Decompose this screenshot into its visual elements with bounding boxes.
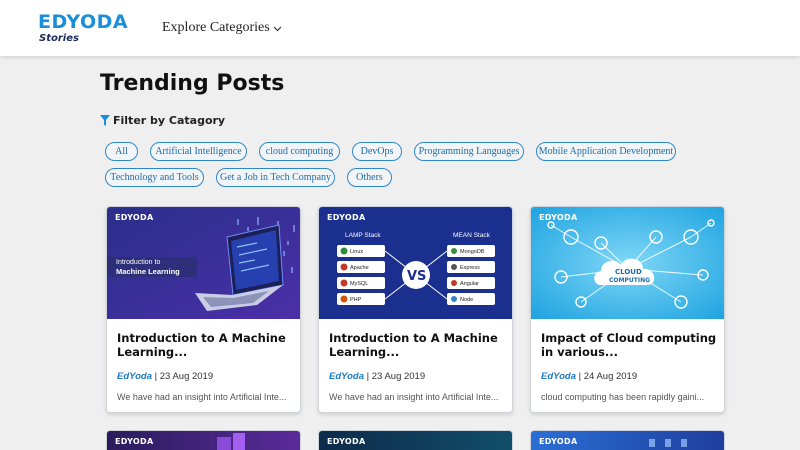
post-thumbnail: Introduction to Machine Learning EDYODA bbox=[107, 207, 300, 319]
post-date: 24 Aug 2019 bbox=[583, 371, 638, 382]
top-header: EDYODA Stories Explore Categories bbox=[0, 0, 800, 56]
thumbnail-brand: EDYODA bbox=[327, 437, 366, 446]
filter-label: Filter by Catagory bbox=[113, 114, 226, 127]
dashboard-illustration bbox=[649, 439, 687, 447]
filter-heading: Filter by Catagory bbox=[100, 114, 225, 127]
post-title[interactable]: Introduction to A Machine Learning... bbox=[117, 331, 293, 359]
meta-separator: | bbox=[366, 371, 370, 382]
category-pill-get-a-job[interactable]: Get a Job in Tech Company bbox=[216, 168, 335, 187]
category-pill-cloud-computing[interactable]: cloud computing bbox=[259, 142, 340, 161]
versus-badge: VS bbox=[407, 269, 426, 284]
lamp-item-4: PHP bbox=[350, 297, 362, 303]
mean-stack-heading: MEAN Stack bbox=[453, 232, 491, 239]
post-excerpt: We have had an insight into Artificial I… bbox=[117, 392, 287, 402]
post-card-partial[interactable]: EDYODA bbox=[106, 430, 301, 450]
post-meta: EdYoda | 23 Aug 2019 bbox=[117, 371, 213, 382]
lamp-item-3: MySQL bbox=[350, 281, 368, 287]
thumbnail-brand: EDYODA bbox=[327, 213, 366, 222]
filter-icon bbox=[100, 115, 110, 126]
thumbnail-caption-line2: Machine Learning bbox=[116, 267, 180, 276]
mean-item-1: MongoDB bbox=[460, 249, 485, 255]
mean-item-4: Node bbox=[460, 297, 473, 303]
logo-wordmark: EDYODA bbox=[38, 11, 129, 33]
chevron-down-icon bbox=[273, 26, 282, 32]
post-card-cloud-computing[interactable]: CLOUD COMPUTING EDYODA Impact of Cloud c… bbox=[530, 206, 725, 413]
post-date: 23 Aug 2019 bbox=[159, 371, 214, 382]
thumbnail-caption-line1: Introduction to bbox=[116, 259, 160, 266]
post-meta: EdYoda | 24 Aug 2019 bbox=[541, 371, 637, 382]
mean-item-2: Express bbox=[460, 265, 480, 271]
lamp-item-2: Apache bbox=[350, 265, 369, 271]
category-pill-mobile-app-development[interactable]: Mobile Application Development bbox=[536, 142, 676, 161]
page-title: Trending Posts bbox=[100, 71, 285, 96]
post-author[interactable]: EdYoda bbox=[117, 371, 152, 382]
category-pill-devops[interactable]: DevOps bbox=[352, 142, 402, 161]
lamp-stack-heading: LAMP Stack bbox=[345, 232, 381, 239]
post-title[interactable]: Introduction to A Machine Learning... bbox=[329, 331, 505, 359]
category-pill-programming-languages[interactable]: Programming Languages bbox=[414, 142, 524, 161]
post-author[interactable]: EdYoda bbox=[329, 371, 364, 382]
explore-categories-label: Explore Categories bbox=[162, 20, 270, 35]
cloud-label-line2: COMPUTING bbox=[609, 277, 650, 284]
post-card-partial[interactable]: EDYODA bbox=[530, 430, 725, 450]
mean-item-3: Angular bbox=[460, 281, 479, 287]
post-date: 23 Aug 2019 bbox=[371, 371, 426, 382]
edyoda-logo[interactable]: EDYODA Stories bbox=[38, 11, 128, 47]
lamp-item-1: Linux bbox=[350, 249, 363, 255]
post-excerpt: We have had an insight into Artificial I… bbox=[329, 392, 499, 402]
post-thumbnail: CLOUD COMPUTING EDYODA bbox=[531, 207, 724, 319]
category-pill-all[interactable]: All bbox=[105, 142, 138, 161]
post-card-lamp-vs-mean[interactable]: LAMP Stack MEAN Stack Linux Apache MySQL… bbox=[318, 206, 513, 413]
meta-separator: | bbox=[578, 371, 582, 382]
post-meta: EdYoda | 23 Aug 2019 bbox=[329, 371, 425, 382]
category-pill-others[interactable]: Others bbox=[347, 168, 392, 187]
lamp-vs-mean-illustration: LAMP Stack MEAN Stack Linux Apache MySQL… bbox=[319, 207, 512, 319]
post-card-machine-learning[interactable]: Introduction to Machine Learning EDYODA … bbox=[106, 206, 301, 413]
cloud-network-illustration: CLOUD COMPUTING bbox=[531, 207, 724, 319]
post-author[interactable]: EdYoda bbox=[541, 371, 576, 382]
post-card-partial[interactable]: EDYODA bbox=[318, 430, 513, 450]
thumbnail-brand: EDYODA bbox=[539, 213, 578, 222]
laptop-code-illustration: Introduction to Machine Learning bbox=[107, 207, 300, 319]
category-pill-technology-tools[interactable]: Technology and Tools bbox=[105, 168, 204, 187]
cloud-label-line1: CLOUD bbox=[615, 268, 642, 276]
post-excerpt: cloud computing has been rapidly gaini..… bbox=[541, 392, 705, 402]
post-title[interactable]: Impact of Cloud computing in various... bbox=[541, 331, 717, 359]
thumbnail-brand: EDYODA bbox=[115, 213, 154, 222]
post-thumbnail: LAMP Stack MEAN Stack Linux Apache MySQL… bbox=[319, 207, 512, 319]
explore-categories-menu[interactable]: Explore Categories bbox=[162, 20, 282, 36]
category-pill-artificial-intelligence[interactable]: Artificial Intelligence bbox=[150, 142, 247, 161]
meta-separator: | bbox=[154, 371, 158, 382]
purple-blocks-illustration bbox=[217, 433, 245, 450]
logo-subtitle: Stories bbox=[39, 33, 79, 44]
